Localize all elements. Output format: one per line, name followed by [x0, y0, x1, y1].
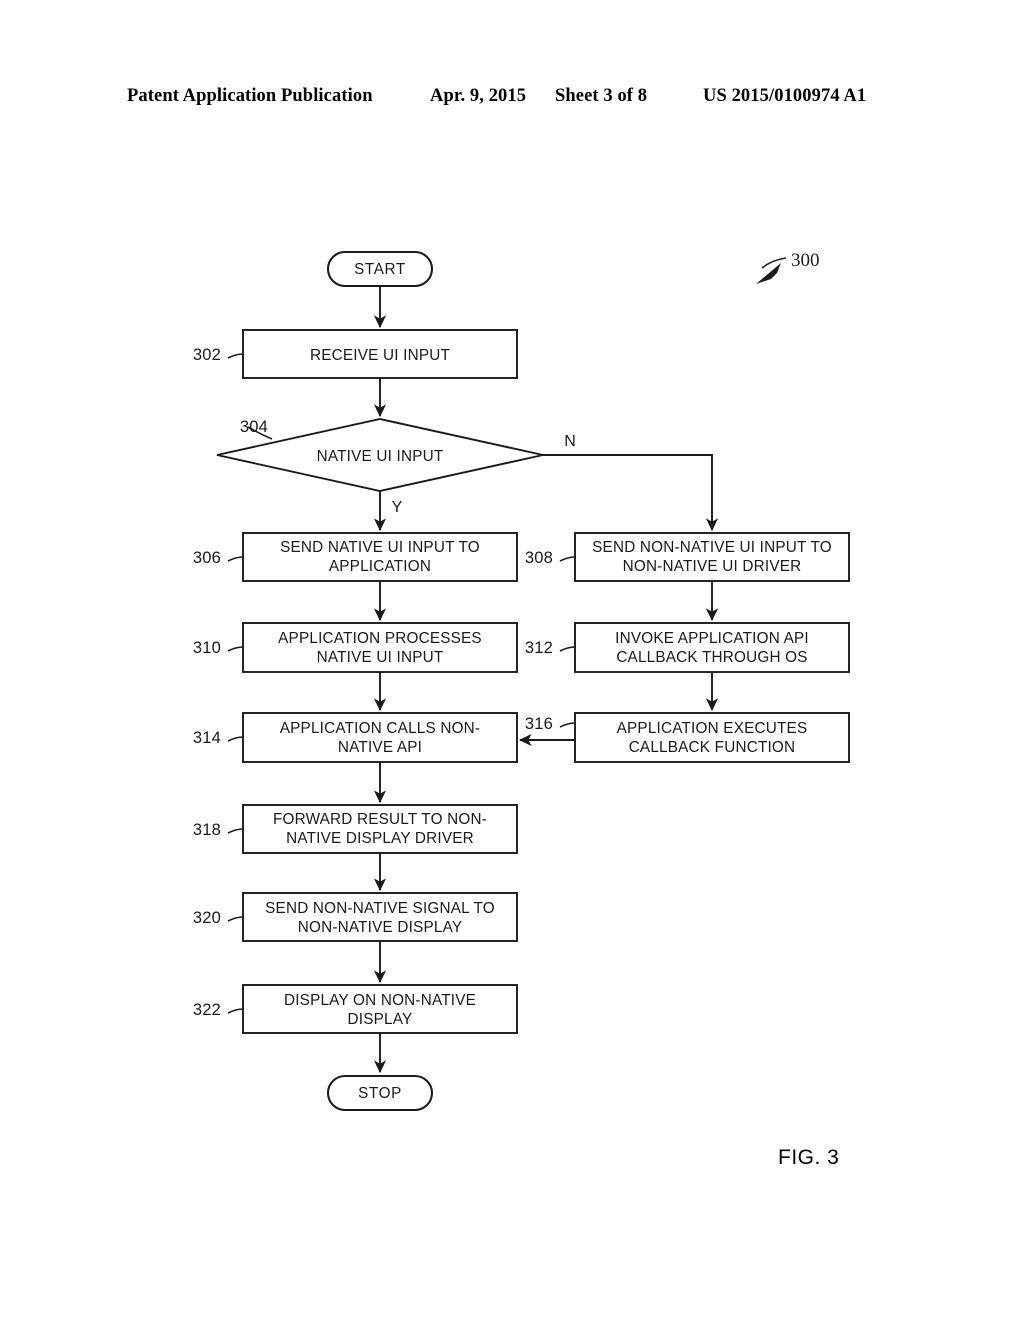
node-318-label-line1: FORWARD RESULT TO NON-: [273, 811, 487, 828]
ref-number-322: 322: [193, 1001, 221, 1019]
ref-number-316: 316: [525, 715, 553, 733]
leader-320: [227, 916, 244, 922]
node-304-label: NATIVE UI INPUT: [317, 448, 444, 465]
node-306-label-line1: SEND NATIVE UI INPUT TO: [280, 539, 480, 556]
leader-310: [227, 646, 244, 652]
node-312-label-line2: CALLBACK THROUGH OS: [616, 649, 807, 666]
node-322-label-line2: DISPLAY: [348, 1011, 413, 1028]
leader-312: [559, 646, 576, 652]
node-316-label-line1: APPLICATION EXECUTES: [617, 720, 808, 737]
leader-306: [227, 556, 244, 562]
ref-number-312: 312: [525, 639, 553, 657]
node-306: SEND NATIVE UI INPUT TO APPLICATION: [242, 532, 518, 582]
node-start: START: [326, 250, 434, 288]
node-306-label-line2: APPLICATION: [329, 558, 431, 575]
node-302-label: RECEIVE UI INPUT: [310, 347, 450, 364]
diagram-reference-300: 300: [756, 250, 820, 284]
node-312-label-line1: INVOKE APPLICATION API: [615, 630, 809, 647]
node-318-label-line2: NATIVE DISPLAY DRIVER: [286, 830, 474, 847]
node-320-label-line1: SEND NON-NATIVE SIGNAL TO: [265, 900, 495, 917]
node-310-label-line1: APPLICATION PROCESSES: [278, 630, 482, 647]
flowchart-diagram: START RECEIVE UI INPUT 302 NATIVE UI INP…: [193, 250, 850, 1112]
node-316-label-line2: CALLBACK FUNCTION: [629, 739, 796, 756]
node-308-label-line2: NON-NATIVE UI DRIVER: [623, 558, 802, 575]
node-308: SEND NON-NATIVE UI INPUT TO NON-NATIVE U…: [574, 532, 850, 582]
node-316: APPLICATION EXECUTES CALLBACK FUNCTION: [574, 712, 850, 763]
node-322: DISPLAY ON NON-NATIVE DISPLAY: [242, 984, 518, 1034]
ref-number-304: 304: [240, 418, 268, 436]
ref-number-310: 310: [193, 639, 221, 657]
ref-number-320: 320: [193, 909, 221, 927]
node-302: RECEIVE UI INPUT: [242, 329, 518, 379]
leader-300-arrowhead: [756, 263, 781, 284]
ref-number-306: 306: [193, 549, 221, 567]
node-320: SEND NON-NATIVE SIGNAL TO NON-NATIVE DIS…: [242, 892, 518, 942]
node-stop: STOP: [326, 1074, 434, 1112]
leader-316: [559, 722, 576, 728]
connector-304-to-308: [543, 454, 719, 532]
leader-322: [227, 1008, 244, 1014]
leader-318: [227, 828, 244, 834]
node-314-label-line2: NATIVE API: [338, 739, 422, 756]
ref-number-308: 308: [525, 549, 553, 567]
node-310-label-line2: NATIVE UI INPUT: [317, 649, 444, 666]
leader-302: [227, 353, 244, 359]
ref-number-302: 302: [193, 346, 221, 364]
node-314-label-line1: APPLICATION CALLS NON-: [280, 720, 480, 737]
ref-number-318: 318: [193, 821, 221, 839]
figure-label: FIG. 3: [778, 1146, 840, 1169]
node-312: INVOKE APPLICATION API CALLBACK THROUGH …: [574, 622, 850, 673]
node-318: FORWARD RESULT TO NON- NATIVE DISPLAY DR…: [242, 804, 518, 854]
ref-number-300: 300: [791, 250, 820, 271]
branch-label-yes: Y: [392, 499, 403, 516]
node-314: APPLICATION CALLS NON- NATIVE API: [242, 712, 518, 763]
leader-300-curve: [761, 257, 787, 269]
node-start-label: START: [354, 261, 406, 278]
node-stop-label: STOP: [358, 1085, 402, 1102]
node-310: APPLICATION PROCESSES NATIVE UI INPUT: [242, 622, 518, 673]
leader-308: [559, 556, 576, 562]
leader-314: [227, 736, 244, 742]
node-308-label-line1: SEND NON-NATIVE UI INPUT TO: [592, 539, 832, 556]
ref-number-314: 314: [193, 729, 221, 747]
node-320-label-line2: NON-NATIVE DISPLAY: [298, 919, 463, 936]
node-322-label-line1: DISPLAY ON NON-NATIVE: [284, 992, 476, 1009]
branch-label-no: N: [564, 433, 576, 450]
